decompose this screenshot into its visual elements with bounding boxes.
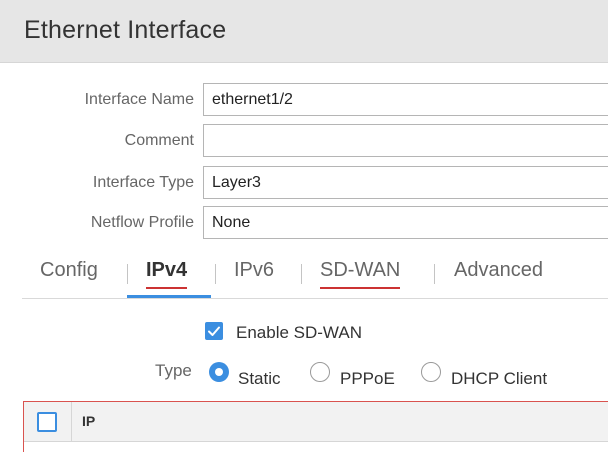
interface-name-label: Interface Name <box>84 91 194 108</box>
tab-ipv4[interactable]: IPv4 <box>146 259 188 289</box>
dialog-title: Ethernet Interface <box>24 16 227 44</box>
comment-field[interactable] <box>203 124 608 157</box>
netflow-profile-label: Netflow Profile <box>90 214 194 231</box>
interface-name-row: Interface Name ethernet1/2 <box>0 83 608 117</box>
spellcheck-underline <box>320 287 401 289</box>
type-pppoe-label: PPPoE <box>340 369 395 388</box>
netflow-profile-select[interactable]: None <box>203 206 608 239</box>
tab-sd-wan[interactable]: SD-WAN <box>320 259 401 289</box>
tab-sd-wan-label: SD-WAN <box>320 259 401 281</box>
dialog-header: Ethernet Interface <box>0 0 608 63</box>
tab-separator <box>127 264 128 284</box>
column-separator <box>71 402 72 442</box>
type-static-label: Static <box>238 369 281 388</box>
tab-advanced[interactable]: Advanced <box>454 259 543 282</box>
comment-label: Comment <box>124 132 194 149</box>
select-all-checkbox[interactable] <box>37 412 57 432</box>
interface-name-field[interactable]: ethernet1/2 <box>203 83 608 116</box>
type-label: Type <box>155 361 192 380</box>
type-dhcp-client-radio[interactable] <box>421 362 441 382</box>
interface-type-label: Interface Type <box>92 174 194 191</box>
tab-separator <box>215 264 216 284</box>
comment-row: Comment <box>0 124 608 158</box>
ip-table-header: IP <box>24 402 608 442</box>
tab-bar: Config IPv4 IPv6 SD-WAN Advanced <box>22 255 608 301</box>
interface-type-field[interactable]: Layer3 <box>203 166 608 199</box>
tab-ipv6[interactable]: IPv6 <box>234 259 274 282</box>
tab-separator <box>301 264 302 284</box>
ip-address-table: IP <box>23 401 608 452</box>
type-pppoe-radio[interactable] <box>310 362 330 382</box>
enable-sd-wan-label: Enable SD-WAN <box>236 323 362 342</box>
tab-ipv4-label: IPv4 <box>146 259 188 281</box>
interface-type-row: Interface Type Layer3 <box>0 166 608 200</box>
netflow-profile-row: Netflow Profile None <box>0 206 608 240</box>
spellcheck-underline <box>146 287 188 289</box>
tab-separator <box>434 264 435 284</box>
type-static-radio[interactable] <box>209 362 229 382</box>
check-icon <box>208 326 220 336</box>
enable-sd-wan-checkbox[interactable] <box>205 322 223 340</box>
tab-config[interactable]: Config <box>40 259 98 282</box>
type-dhcp-client-label: DHCP Client <box>451 369 548 388</box>
ip-column-header[interactable]: IP <box>82 413 95 429</box>
